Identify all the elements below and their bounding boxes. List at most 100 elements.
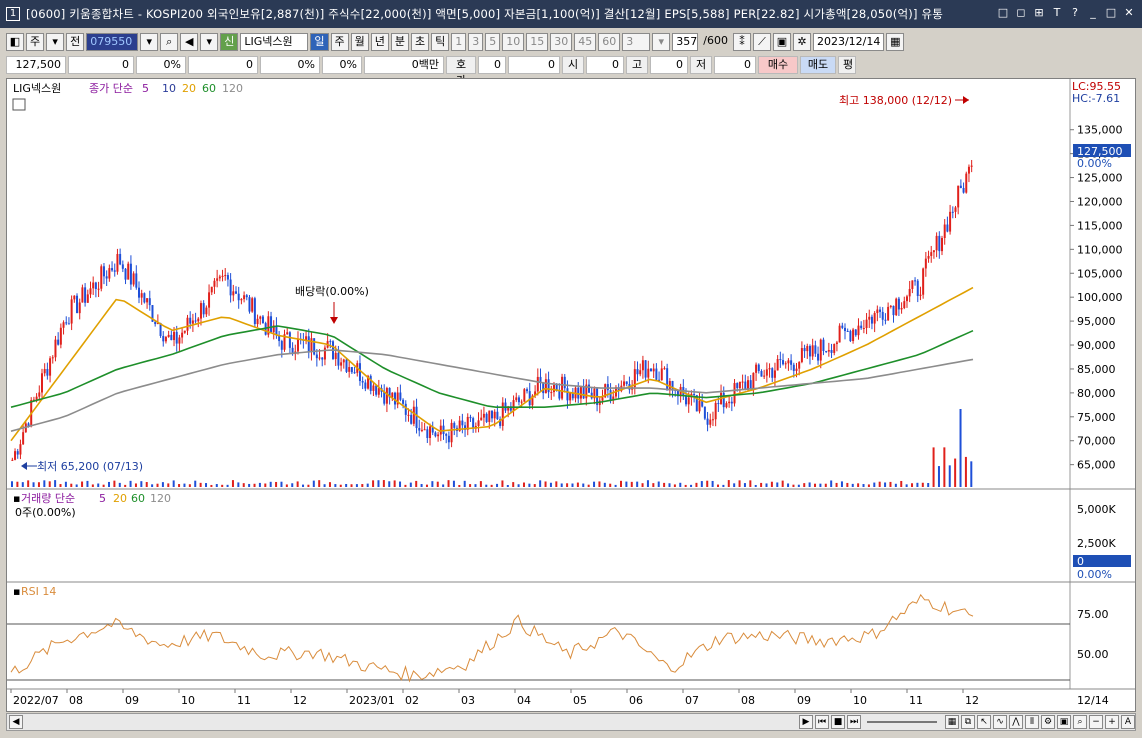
volume-bar: [172, 480, 175, 487]
scroll-bar[interactable]: ◀ ▶ ⏮ ■ ⏭ ▦ ⧉ ↖ ∿ ⋀ ⫴ ⚙ ▣ ⌕ − + A: [6, 713, 1136, 731]
interval-select[interactable]: 3: [622, 33, 651, 51]
stock-name-field[interactable]: LIG넥스원: [240, 33, 309, 51]
minimize-button[interactable]: _: [1086, 6, 1100, 20]
gear-icon[interactable]: ✲: [792, 33, 811, 51]
interval-dropdown-icon[interactable]: ▾: [652, 33, 671, 51]
buy-button[interactable]: 매수: [758, 56, 798, 74]
high-arrow-head: [963, 96, 969, 104]
bars-icon[interactable]: ⫴: [1025, 715, 1039, 729]
chart-area[interactable]: LIG넥스원 종가 단순 5 10 20 60 120 135,000130,0…: [6, 78, 1136, 712]
interval-15-button[interactable]: 15: [526, 33, 549, 51]
interval-5-button[interactable]: 5: [485, 33, 501, 51]
period-month-button[interactable]: 월: [350, 33, 369, 51]
volume-bar: [873, 482, 876, 487]
candle-body: [337, 352, 340, 366]
candle-body: [340, 362, 343, 366]
candle-body: [202, 303, 205, 315]
candle-body: [418, 428, 421, 431]
bar-count-input[interactable]: 357: [672, 33, 699, 51]
layout-grid-icon[interactable]: ▦: [945, 715, 959, 729]
volume-bar: [636, 481, 639, 487]
zoom-icon[interactable]: ⌕: [1073, 715, 1087, 729]
price-tick-label: 65,000: [1077, 459, 1116, 472]
volume-bar: [539, 480, 542, 487]
interval-3-button[interactable]: 3: [468, 33, 484, 51]
period-day-button[interactable]: 일: [310, 33, 329, 51]
market-select[interactable]: 주: [26, 33, 45, 51]
chevron-down-icon[interactable]: ▾: [46, 33, 65, 51]
code-dropdown-icon[interactable]: ▾: [140, 33, 159, 51]
candle-body: [623, 381, 626, 386]
wave-icon[interactable]: ∿: [993, 715, 1007, 729]
pointer-icon[interactable]: ↖: [977, 715, 991, 729]
help-icon[interactable]: ?: [1068, 6, 1082, 20]
chart-canvas[interactable]: LIG넥스원 종가 단순 5 10 20 60 120 135,000130,0…: [7, 79, 1135, 711]
scroll-left-icon[interactable]: ◀: [9, 715, 23, 729]
scroll-right-icon[interactable]: ▶: [799, 715, 813, 729]
volume-bar: [700, 481, 703, 487]
candle-body: [687, 397, 690, 405]
date-input[interactable]: 2023/12/14: [812, 33, 885, 51]
save-icon[interactable]: ▣: [772, 33, 791, 51]
interval-1-button[interactable]: 1: [451, 33, 467, 51]
volume-bar: [668, 483, 671, 487]
last-page-icon[interactable]: ⏭: [847, 715, 861, 729]
candle-body: [232, 291, 235, 296]
pin-icon[interactable]: ⊞: [1032, 6, 1046, 20]
stop-icon[interactable]: ■: [831, 715, 845, 729]
candle-body: [811, 345, 814, 357]
period-minute-button[interactable]: 분: [390, 33, 409, 51]
volume-bar: [673, 484, 676, 487]
volume-bar: [598, 481, 601, 487]
speaker-dropdown-icon[interactable]: ▾: [200, 33, 219, 51]
prev-button[interactable]: 전: [66, 33, 85, 51]
candle-body: [121, 264, 124, 269]
period-year-button[interactable]: 년: [370, 33, 389, 51]
candle-body: [286, 332, 289, 335]
x-tick-label: 08: [741, 694, 755, 707]
zoom-slider[interactable]: [867, 721, 937, 723]
interval-60-button[interactable]: 60: [598, 33, 621, 51]
candle-body: [237, 293, 240, 301]
volume-bar: [302, 484, 305, 487]
stock-code-input[interactable]: 079550: [86, 33, 139, 51]
image-icon[interactable]: ▣: [1057, 715, 1071, 729]
candle-body: [566, 388, 569, 401]
zoom-out-icon[interactable]: −: [1089, 715, 1103, 729]
sell-button[interactable]: 매도: [800, 56, 836, 74]
rsi-tick-50: 50.00: [1077, 648, 1109, 661]
grid-toggle-icon[interactable]: [12, 98, 26, 111]
calendar-icon[interactable]: ▦: [886, 33, 905, 51]
low-annotation: 최저 65,200 (07/13): [37, 460, 143, 473]
font-size-icon[interactable]: A: [1121, 715, 1135, 729]
copy-chart-icon[interactable]: ⧉: [961, 715, 975, 729]
search-icon[interactable]: ⌕: [160, 33, 179, 51]
eval-button[interactable]: 평: [838, 56, 856, 74]
font-icon[interactable]: T: [1050, 6, 1064, 20]
candle-body: [865, 319, 868, 329]
period-tick-button[interactable]: 틱: [431, 33, 450, 51]
layout-toggle-icon[interactable]: ◧: [6, 33, 24, 51]
indicator-icon[interactable]: ⟋: [752, 33, 771, 51]
candle-body: [895, 298, 898, 316]
speaker-icon[interactable]: ◀: [180, 33, 199, 51]
interval-30-button[interactable]: 30: [550, 33, 573, 51]
close-button[interactable]: ✕: [1122, 6, 1136, 20]
layout-icon[interactable]: □: [996, 6, 1010, 20]
candle-settings-icon[interactable]: ⁑: [732, 33, 751, 51]
period-second-button[interactable]: 초: [411, 33, 430, 51]
volume-bar: [307, 484, 310, 487]
interval-10-button[interactable]: 10: [502, 33, 525, 51]
period-week-button[interactable]: 주: [330, 33, 349, 51]
copy-icon[interactable]: ◻: [1014, 6, 1028, 20]
zoom-in-icon[interactable]: +: [1105, 715, 1119, 729]
settings-chart-icon[interactable]: ⚙: [1041, 715, 1055, 729]
zigzag-icon[interactable]: ⋀: [1009, 715, 1023, 729]
price-legend-ma120: 120: [222, 82, 243, 95]
candle-body: [321, 357, 324, 360]
price-tick-label: 75,000: [1077, 411, 1116, 424]
first-page-icon[interactable]: ⏮: [815, 715, 829, 729]
candle-body: [639, 370, 642, 375]
maximize-button[interactable]: □: [1104, 6, 1118, 20]
interval-45-button[interactable]: 45: [574, 33, 597, 51]
